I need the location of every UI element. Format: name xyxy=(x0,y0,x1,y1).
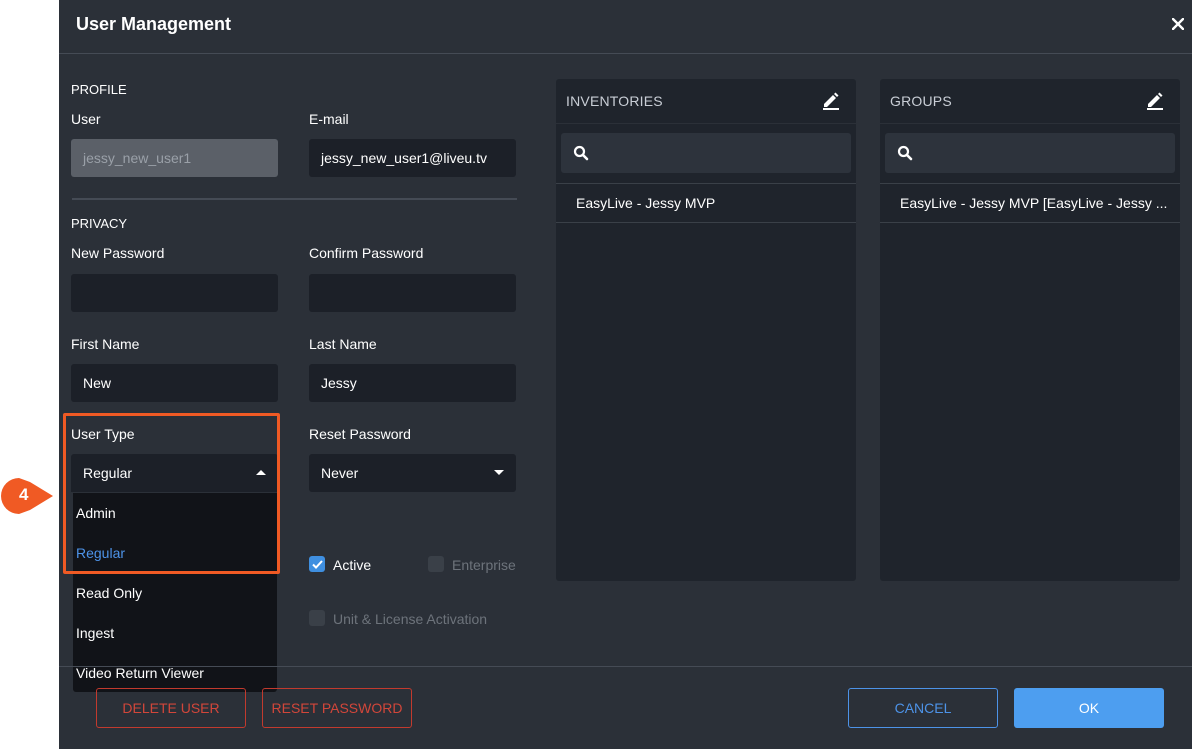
pencil-icon xyxy=(1147,92,1163,110)
chevron-down-icon xyxy=(494,470,504,475)
chevron-up-icon xyxy=(256,470,266,475)
inventories-title: INVENTORIES xyxy=(566,93,663,109)
inventories-panel: INVENTORIES EasyLive - Jessy MVP xyxy=(556,79,856,581)
ok-button[interactable]: OK xyxy=(1014,688,1164,728)
new-password-field[interactable] xyxy=(71,274,278,312)
dropdown-option-regular[interactable]: Regular xyxy=(73,533,277,573)
first-name-label: First Name xyxy=(71,336,140,352)
delete-user-button[interactable]: DELETE USER xyxy=(96,688,246,728)
unit-license-checkbox[interactable] xyxy=(309,610,325,626)
reset-password-select[interactable]: Never xyxy=(309,454,516,492)
privacy-section-label: PRIVACY xyxy=(71,216,128,231)
dropdown-option-video-return-viewer[interactable]: Video Return Viewer xyxy=(73,653,277,693)
new-password-label: New Password xyxy=(71,245,165,261)
dropdown-option-read-only[interactable]: Read Only xyxy=(73,573,277,613)
unit-license-label: Unit & License Activation xyxy=(333,611,488,627)
user-type-label: User Type xyxy=(71,426,135,442)
email-label: E-mail xyxy=(309,111,349,127)
active-label: Active xyxy=(333,557,372,573)
user-label: User xyxy=(71,111,101,127)
groups-search-input[interactable] xyxy=(885,133,1175,173)
dropdown-option-admin[interactable]: Admin xyxy=(73,493,277,533)
dialog-title: User Management xyxy=(76,14,232,34)
section-divider xyxy=(72,198,517,200)
close-button[interactable] xyxy=(1168,12,1188,36)
last-name-field[interactable]: Jessy xyxy=(309,364,516,402)
inventory-list-item[interactable]: EasyLive - Jessy MVP xyxy=(556,183,856,223)
dialog-header: User Management xyxy=(59,0,1192,54)
checkmark-icon xyxy=(311,559,323,569)
user-field: jessy_new_user1 xyxy=(71,139,278,177)
user-type-select[interactable]: Regular xyxy=(71,454,278,492)
close-icon xyxy=(1172,18,1184,30)
search-icon xyxy=(897,145,913,161)
footer-divider xyxy=(59,666,1192,667)
confirm-password-field[interactable] xyxy=(309,274,516,312)
reset-password-selected-value: Never xyxy=(321,465,359,481)
user-type-selected-value: Regular xyxy=(83,465,133,481)
groups-panel: GROUPS EasyLive - Jessy MVP [EasyLive - … xyxy=(880,79,1180,581)
groups-title: GROUPS xyxy=(890,93,952,109)
user-type-dropdown-menu: Admin Regular Read Only Ingest Video Ret… xyxy=(73,493,277,692)
groups-header: GROUPS xyxy=(880,79,1180,124)
search-icon xyxy=(573,145,589,161)
pencil-icon xyxy=(823,92,839,110)
step-number: 4 xyxy=(19,485,29,504)
enterprise-checkbox[interactable] xyxy=(428,556,444,572)
active-checkbox[interactable] xyxy=(309,556,325,572)
groups-edit-button[interactable] xyxy=(1144,89,1166,111)
cancel-button[interactable]: CANCEL xyxy=(848,688,998,728)
last-name-label: Last Name xyxy=(309,336,377,352)
reset-password-label: Reset Password xyxy=(309,426,411,442)
first-name-field[interactable]: New xyxy=(71,364,278,402)
group-list-item[interactable]: EasyLive - Jessy MVP [EasyLive - Jessy .… xyxy=(880,183,1180,223)
confirm-password-label: Confirm Password xyxy=(309,245,424,261)
reset-password-button[interactable]: RESET PASSWORD xyxy=(262,688,412,728)
profile-section-label: PROFILE xyxy=(71,82,127,97)
email-field[interactable]: jessy_new_user1@liveu.tv xyxy=(309,139,516,177)
enterprise-label: Enterprise xyxy=(452,557,516,573)
inventories-search-input[interactable] xyxy=(561,133,851,173)
user-management-dialog: User Management PROFILE User jessy_new_u… xyxy=(59,0,1192,749)
inventories-header: INVENTORIES xyxy=(556,79,856,124)
dropdown-option-ingest[interactable]: Ingest xyxy=(73,613,277,653)
inventories-edit-button[interactable] xyxy=(820,89,842,111)
